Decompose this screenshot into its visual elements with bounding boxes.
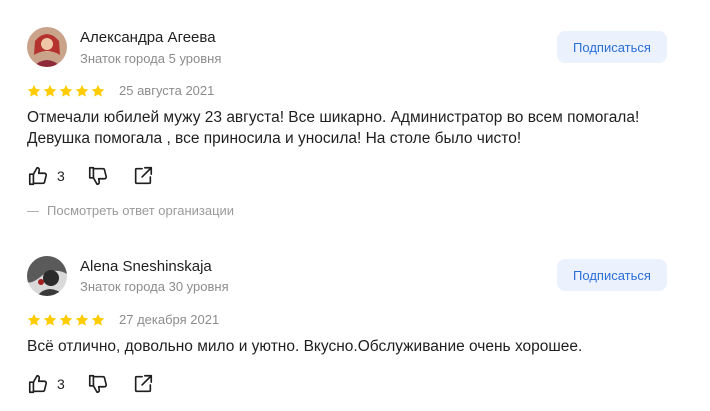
subscribe-button[interactable]: Подписаться (557, 31, 667, 63)
author-level: Знаток города 5 уровня (80, 51, 222, 66)
author-name[interactable]: Alena Sneshinskaja (80, 258, 212, 275)
star-icon (27, 313, 41, 326)
thumbs-down-icon (88, 374, 108, 394)
like-count: 3 (57, 376, 65, 392)
star-icon (91, 313, 105, 326)
star-icon (59, 313, 73, 326)
star-icon (91, 84, 105, 97)
share-icon (134, 166, 153, 185)
review-text: Всё отлично, довольно мило и уютно. Вкус… (27, 338, 583, 355)
thumbs-down-icon (88, 166, 108, 186)
star-icon (43, 84, 57, 97)
author-name[interactable]: Александра Агеева (80, 29, 216, 46)
org-reply-link[interactable]: Посмотреть ответ организации (27, 203, 234, 218)
star-icon (75, 84, 89, 97)
thumbs-up-icon (28, 374, 48, 394)
org-reply-label: Посмотреть ответ организации (47, 203, 235, 218)
share-button[interactable] (132, 373, 154, 395)
thumbs-up-icon (28, 166, 48, 186)
rating-stars (27, 313, 105, 327)
review-text: Отмечали юбилей мужу 23 августа! Все шик… (27, 109, 640, 147)
star-icon (27, 84, 41, 97)
like-button[interactable] (27, 373, 49, 395)
dislike-button[interactable] (87, 373, 109, 395)
review-date: 27 декабря 2021 (119, 312, 220, 327)
share-icon (134, 374, 153, 393)
avatar[interactable] (27, 27, 67, 67)
dash-icon (27, 211, 39, 213)
rating-stars (27, 84, 105, 98)
share-button[interactable] (132, 165, 154, 187)
review-date: 25 августа 2021 (119, 83, 215, 98)
author-level: Знаток города 30 уровня (80, 279, 229, 294)
avatar[interactable] (27, 256, 67, 296)
star-icon (43, 313, 57, 326)
dislike-button[interactable] (87, 165, 109, 187)
like-button[interactable] (27, 165, 49, 187)
like-count: 3 (57, 168, 65, 184)
subscribe-button[interactable]: Подписаться (557, 259, 667, 291)
star-icon (75, 313, 89, 326)
star-icon (59, 84, 73, 97)
